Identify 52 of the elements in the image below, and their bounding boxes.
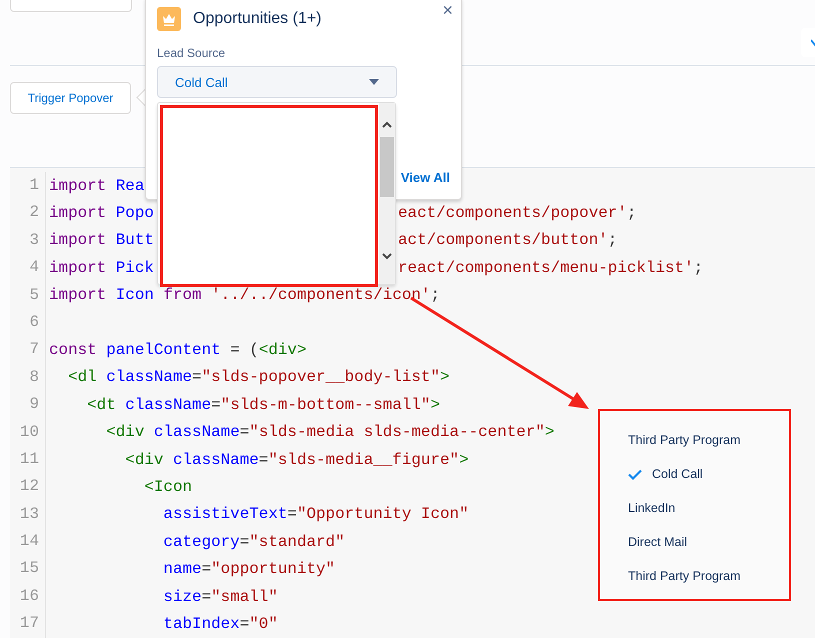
view-all-link[interactable]: View All (400, 170, 450, 185)
popover-title: Opportunities (1+) (193, 10, 322, 28)
line-number: 7 (10, 336, 46, 364)
code-line: import Icon from '../../components/icon'; (49, 286, 440, 304)
picklist-field[interactable]: Cold Call (157, 66, 397, 98)
line-number: 8 (10, 364, 46, 392)
field-label: Lead Source (157, 46, 226, 60)
code-line: <Icon (143, 478, 192, 496)
line-number: 2 (10, 199, 46, 227)
code-line: <div className="slds-media slds-media--center"> (105, 423, 554, 442)
crown-icon (157, 7, 181, 31)
trigger-button[interactable]: Trigger Popover (10, 82, 131, 114)
line-number: 13 (10, 500, 46, 528)
caret-down-icon (369, 79, 379, 85)
code-line: import Pick (49, 258, 155, 277)
code-line: act/components/button'; (398, 231, 618, 250)
code-line: const panelContent = (<div> (49, 341, 306, 360)
code-line: <dl className="slds-popover__body-list"> (67, 368, 450, 386)
code-line: import Butt (49, 231, 155, 250)
menu-item[interactable]: LinkedIn (628, 491, 676, 525)
code-line: <dt className="slds-m-bottom--small"> (86, 396, 440, 414)
line-number: 11 (10, 446, 46, 474)
line-number: 1 (10, 172, 46, 200)
line-number: 6 (10, 308, 46, 336)
code-line: import Rea (49, 176, 144, 195)
menu-item[interactable]: Direct Mail (628, 525, 688, 559)
code-line: <div className="slds-media__figure"> (124, 450, 469, 469)
line-number: 10 (10, 418, 46, 446)
close-button[interactable]: × (438, 0, 457, 20)
line-number: 14 (10, 528, 46, 556)
code-line: eact/components/popover'; (398, 204, 636, 222)
line-number: 9 (10, 391, 46, 419)
code-line: assistiveText="Opportunity Icon" (162, 505, 469, 524)
line-number: 4 (10, 254, 46, 282)
menu-item[interactable]: Third Party Program (628, 559, 741, 593)
code-line: react/components/menu-picklist'; (398, 258, 704, 277)
code-line: category="standard" (162, 532, 345, 551)
chevron-down-icon[interactable] (382, 253, 392, 260)
line-number: 16 (10, 582, 46, 610)
line-number: 3 (10, 226, 46, 254)
menu-item[interactable]: Cold Call (628, 457, 703, 491)
code-line: size="small" (162, 588, 278, 606)
code-line: name="opportunity" (162, 560, 336, 578)
scrollbar[interactable] (379, 103, 395, 284)
menu-item[interactable]: Third Party Program (628, 423, 741, 457)
line-number: 12 (10, 473, 46, 501)
line-number: 17 (10, 610, 46, 638)
code-line: import Popo (49, 204, 155, 222)
chevron-up-icon[interactable] (382, 121, 392, 128)
code-line: tabIndex="0" (162, 614, 278, 633)
line-number: 15 (10, 555, 46, 583)
line-number: 5 (10, 282, 46, 309)
